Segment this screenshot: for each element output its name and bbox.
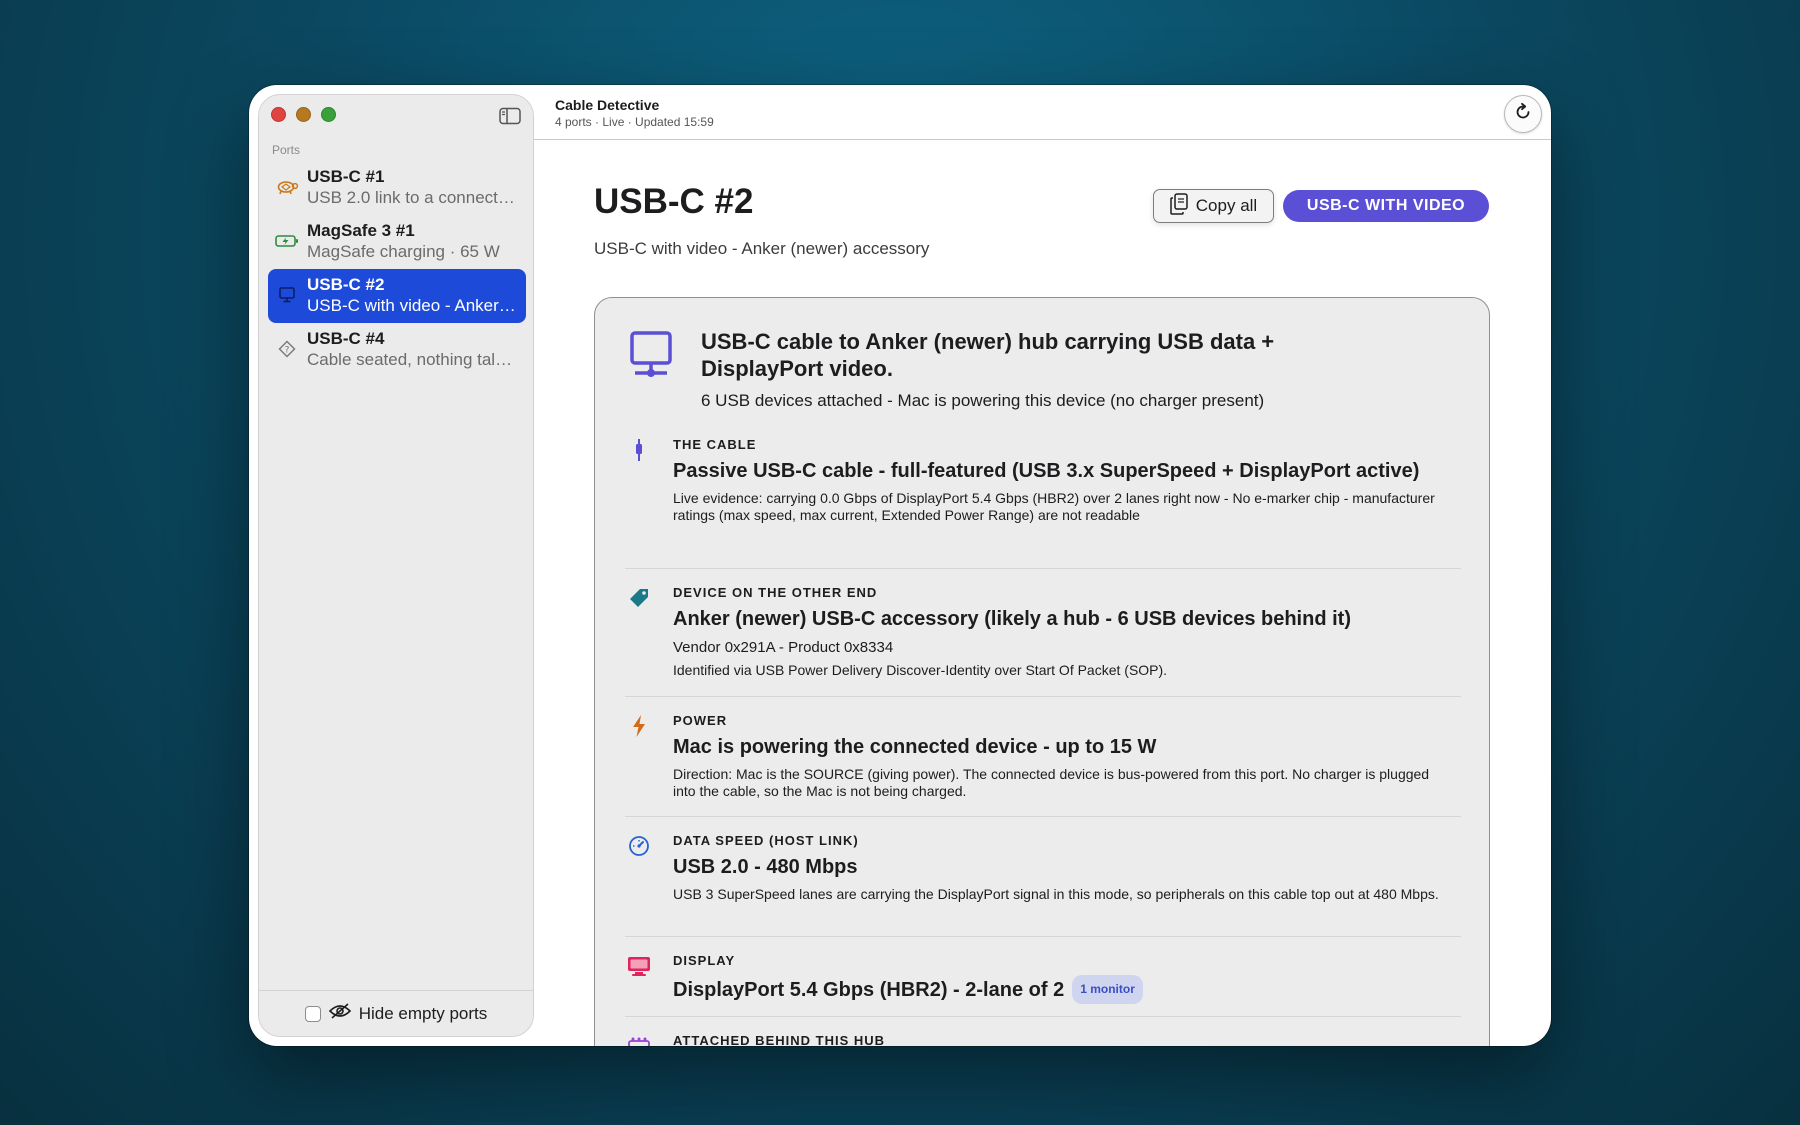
section-cable: THE CABLE Passive USB-C cable - full-fea…	[625, 436, 1461, 524]
app-title: Cable Detective	[555, 97, 660, 113]
copy-icon	[1170, 192, 1188, 220]
section-title: Anker (newer) USB-C accessory (likely a …	[673, 608, 1351, 630]
eye-slash-icon	[328, 1003, 352, 1024]
monitor-count-badge: 1 monitor	[1072, 975, 1143, 1004]
port-name: MagSafe 3 #1	[307, 221, 415, 240]
section-label: ATTACHED BEHIND THIS HUB	[673, 1033, 886, 1046]
section-data-speed: DATA SPEED (HOST LINK) USB 2.0 - 480 Mbp…	[625, 832, 1461, 903]
refresh-icon	[1513, 102, 1533, 127]
section-title: DisplayPort 5.4 Gbps (HBR2) - 2-lane of …	[673, 975, 1461, 1004]
mode-pill: USB-C WITH VIDEO	[1283, 190, 1489, 222]
copy-all-button[interactable]: Copy all	[1153, 189, 1274, 223]
monitor-icon	[629, 330, 673, 378]
divider	[625, 568, 1461, 569]
display-icon	[275, 284, 299, 306]
section-label: THE CABLE	[673, 437, 757, 452]
section-label: DATA SPEED (HOST LINK)	[673, 833, 859, 848]
section-device: DEVICE ON THE OTHER END Anker (newer) US…	[625, 584, 1461, 679]
port-name: USB-C #1	[307, 167, 385, 186]
sidebar: Ports USB-C #1 USB 2.0 link to a connect…	[258, 94, 534, 1037]
divider	[625, 816, 1461, 817]
summary-card: USB-C cable to Anker (newer) hub carryin…	[594, 297, 1490, 1046]
display-icon	[627, 954, 651, 978]
summary-headline: USB-C cable to Anker (newer) hub carryin…	[701, 329, 1275, 381]
svg-text:?: ?	[285, 346, 290, 356]
port-subtitle: USB-C with video - Anker (newer) accesso…	[307, 296, 516, 315]
titlebar: Cable Detective 4 ports · Live · Updated…	[534, 85, 1551, 140]
section-description: USB 3 SuperSpeed lanes are carrying the …	[673, 886, 1439, 902]
page-subtitle: USB-C with video - Anker (newer) accesso…	[594, 239, 930, 258]
window-controls	[271, 107, 336, 122]
hub-icon	[627, 1034, 651, 1046]
battery-charging-icon	[275, 230, 299, 252]
copy-all-label: Copy all	[1195, 196, 1258, 215]
display-mode-text: DisplayPort 5.4 Gbps (HBR2) - 2-lane of …	[673, 979, 1065, 1001]
divider	[625, 1016, 1461, 1017]
sidebar-item-usb-c-1[interactable]: USB-C #1 USB 2.0 link to a connected dev…	[268, 161, 526, 215]
port-subtitle: MagSafe charging · 65 W	[307, 242, 500, 261]
section-label: POWER	[673, 713, 728, 728]
app-window: Ports USB-C #1 USB 2.0 link to a connect…	[249, 85, 1551, 1046]
section-description: Direction: Mac is the SOURCE (giving pow…	[673, 766, 1430, 799]
sidebar-item-magsafe-3-1[interactable]: MagSafe 3 #1 MagSafe charging · 65 W	[268, 215, 526, 269]
turtle-icon	[275, 176, 299, 198]
section-description: Live evidence: carrying 0.0 Gbps of Disp…	[673, 490, 1435, 523]
tag-icon	[627, 586, 651, 610]
section-title: USB 2.0 - 480 Mbps	[673, 856, 858, 878]
refresh-button[interactable]	[1504, 95, 1542, 133]
main-panel: Cable Detective 4 ports · Live · Updated…	[534, 85, 1551, 1046]
hide-empty-ports-checkbox[interactable]	[304, 1005, 321, 1022]
section-label: DEVICE ON THE OTHER END	[673, 585, 878, 600]
sidebar-toggle-icon[interactable]	[499, 107, 521, 125]
vendor-product-line: Vendor 0x291A - Product 0x8334	[673, 639, 894, 656]
page-title: USB-C #2	[594, 182, 754, 221]
speedometer-icon	[627, 834, 651, 858]
sidebar-footer: Hide empty ports	[259, 990, 533, 1036]
section-display: DISPLAY DisplayPort 5.4 Gbps (HBR2) - 2-…	[625, 952, 1461, 1004]
section-label: DISPLAY	[673, 953, 736, 968]
divider	[625, 936, 1461, 937]
sidebar-item-usb-c-2[interactable]: USB-C #2 USB-C with video - Anker (newer…	[268, 269, 526, 323]
sidebar-item-usb-c-4[interactable]: ? USB-C #4 Cable seated, nothing talking	[268, 323, 526, 377]
status-line: 4 ports · Live · Updated 15:59	[555, 115, 714, 129]
close-window-button[interactable]	[271, 107, 286, 122]
port-list: USB-C #1 USB 2.0 link to a connected dev…	[268, 161, 526, 377]
section-attached: ATTACHED BEHIND THIS HUB	[625, 1032, 1461, 1046]
bolt-icon	[627, 714, 651, 738]
section-title: Mac is powering the connected device - u…	[673, 736, 1157, 758]
port-subtitle: USB 2.0 link to a connected device	[307, 188, 516, 207]
section-description: Identified via USB Power Delivery Discov…	[673, 662, 1168, 678]
divider	[625, 696, 1461, 697]
minimize-window-button[interactable]	[296, 107, 311, 122]
detail-content: USB-C #2 USB-C with video - Anker (newer…	[534, 141, 1551, 1046]
port-name: USB-C #4	[307, 329, 385, 348]
port-name: USB-C #2	[307, 275, 385, 294]
hide-empty-ports-label: Hide empty ports	[358, 1003, 488, 1023]
port-subtitle: Cable seated, nothing talking	[307, 350, 516, 369]
cable-plug-icon	[627, 438, 651, 462]
summary-subline: 6 USB devices attached - Mac is powering…	[701, 391, 1265, 410]
section-power: POWER Mac is powering the connected devi…	[625, 712, 1461, 800]
section-title: Passive USB-C cable - full-featured (USB…	[673, 460, 1420, 482]
diamond-question-icon: ?	[275, 338, 299, 360]
ports-section-label: Ports	[272, 143, 301, 157]
zoom-window-button[interactable]	[321, 107, 336, 122]
